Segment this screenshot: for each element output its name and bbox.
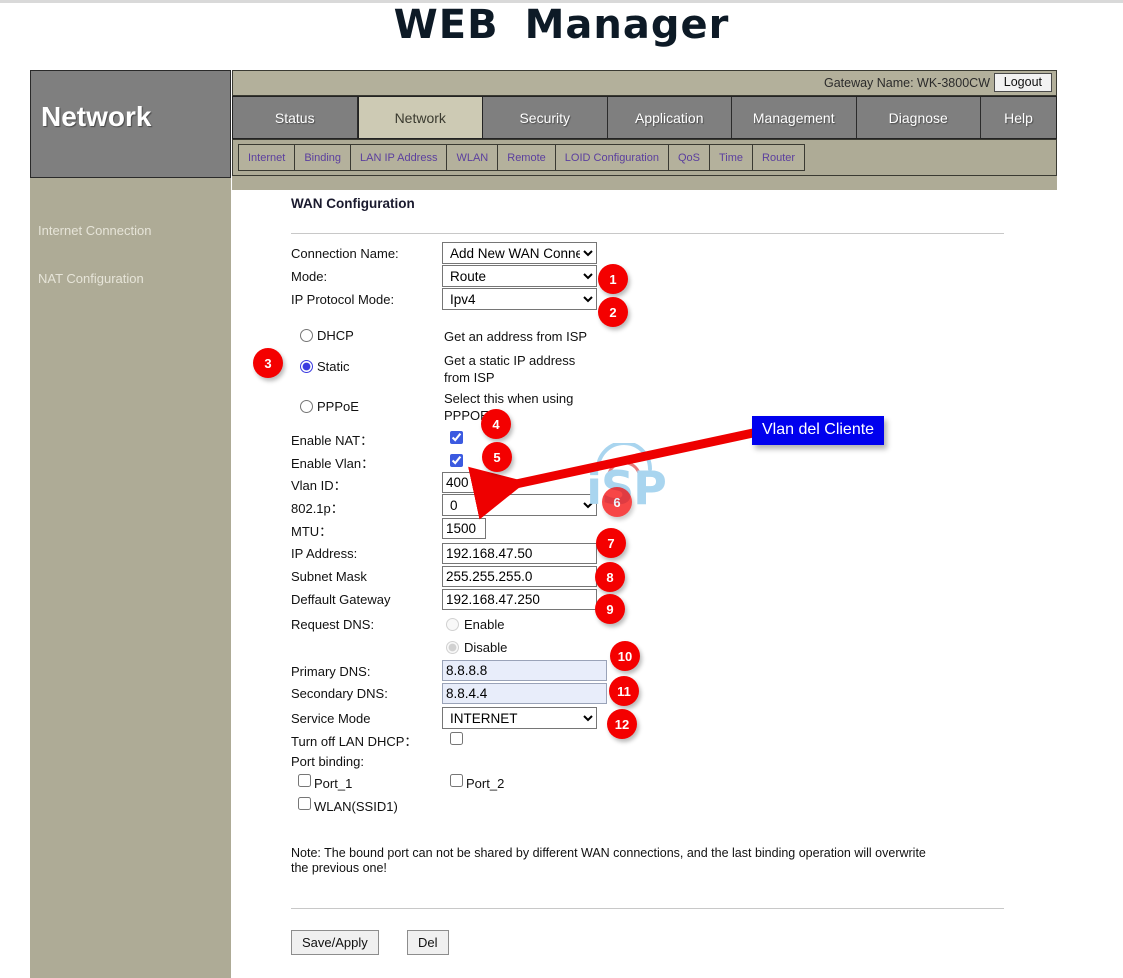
label-vlan-id: Vlan ID：: [291, 475, 347, 494]
checkbox-port-1[interactable]: [298, 774, 311, 787]
select-mode[interactable]: Route: [442, 265, 597, 287]
label-turn-off-lan-dhcp: Turn off LAN DHCP：: [291, 731, 417, 750]
content-top-strip: [232, 176, 1057, 190]
sidebar-item-nat-configuration[interactable]: NAT Configuration: [38, 271, 144, 286]
sidebar-item-internet-connection[interactable]: Internet Connection: [38, 223, 151, 238]
label-request-dns-disable: Disable: [464, 640, 507, 655]
hint-pppoe: Select this when using PPPOE: [444, 390, 604, 424]
subtab-lan-ip-address[interactable]: LAN IP Address: [351, 145, 447, 170]
label-mtu: MTU：: [291, 521, 332, 540]
del-button[interactable]: Del: [407, 930, 449, 955]
input-subnet-mask[interactable]: [442, 566, 597, 587]
label-port-1: Port_1: [314, 776, 352, 791]
select-802-1p[interactable]: 0: [442, 494, 597, 516]
select-service-mode[interactable]: INTERNET: [442, 707, 597, 729]
label-802-1p: 802.1p：: [291, 498, 344, 517]
subtab-loid-configuration[interactable]: LOID Configuration: [556, 145, 669, 170]
save-apply-button[interactable]: Save/Apply: [291, 930, 379, 955]
label-primary-dns: Primary DNS:: [291, 664, 370, 679]
radio-pppoe[interactable]: [300, 400, 313, 413]
radio-request-dns-enable[interactable]: [446, 618, 459, 631]
subtab-binding[interactable]: Binding: [295, 145, 351, 170]
label-ip-address: IP Address:: [291, 546, 357, 561]
tab-help[interactable]: Help: [981, 97, 1056, 138]
port-binding-note: Note: The bound port can not be shared b…: [291, 846, 936, 876]
label-subnet-mask: Subnet Mask: [291, 569, 367, 584]
subtab-time[interactable]: Time: [710, 145, 753, 170]
label-dhcp: DHCP: [317, 328, 354, 343]
label-connection-name: Connection Name:: [291, 246, 399, 261]
sub-tab-bar: Internet Binding LAN IP Address WLAN Rem…: [232, 139, 1057, 176]
input-vlan-id[interactable]: [442, 472, 486, 493]
checkbox-wlan-ssid1[interactable]: [298, 797, 311, 810]
sidebar-section-title: Network: [41, 101, 151, 133]
label-port-2: Port_2: [466, 776, 504, 791]
screenshot-root: WEB Manager Network Internet Connection N…: [0, 0, 1123, 978]
input-ip-address[interactable]: [442, 543, 597, 564]
input-mtu[interactable]: [442, 518, 486, 539]
radio-static[interactable]: [300, 360, 313, 373]
tab-network[interactable]: Network: [358, 97, 484, 138]
radio-request-dns-disable[interactable]: [446, 641, 459, 654]
panel-title: WAN Configuration: [291, 196, 415, 211]
label-mode: Mode:: [291, 269, 327, 284]
checkbox-enable-nat[interactable]: [450, 431, 463, 444]
label-secondary-dns: Secondary DNS:: [291, 686, 388, 701]
checkbox-port-2[interactable]: [450, 774, 463, 787]
sidebar-section-header: Network: [30, 70, 231, 178]
wan-configuration-panel: WAN Configuration Connection Name: Add N…: [232, 190, 1057, 978]
label-request-dns: Request DNS:: [291, 617, 374, 632]
label-wlan-ssid1: WLAN(SSID1): [314, 799, 398, 814]
tab-security[interactable]: Security: [483, 97, 608, 138]
gateway-name-label: Gateway Name: WK-3800CW: [824, 76, 990, 90]
hint-dhcp: Get an address from ISP: [444, 328, 604, 345]
input-primary-dns[interactable]: [442, 660, 607, 681]
checkbox-enable-vlan[interactable]: [450, 454, 463, 467]
subtab-router[interactable]: Router: [753, 145, 804, 170]
label-service-mode: Service Mode: [291, 711, 370, 726]
subtab-internet[interactable]: Internet: [239, 145, 295, 170]
radio-dhcp[interactable]: [300, 329, 313, 342]
tab-management[interactable]: Management: [732, 97, 857, 138]
label-port-binding: Port binding:: [291, 754, 364, 769]
select-ip-protocol-mode[interactable]: Ipv4: [442, 288, 597, 310]
select-connection-name[interactable]: Add New WAN Connection: [442, 242, 597, 264]
checkbox-turn-off-lan-dhcp[interactable]: [450, 732, 463, 745]
tab-diagnose[interactable]: Diagnose: [857, 97, 982, 138]
subtab-wlan[interactable]: WLAN: [447, 145, 498, 170]
label-enable-vlan: Enable Vlan：: [291, 453, 374, 472]
input-default-gateway[interactable]: [442, 589, 597, 610]
page-title: WEB Manager: [0, 2, 1123, 48]
tab-application[interactable]: Application: [608, 97, 733, 138]
hint-static: Get a static IP address from ISP: [444, 352, 604, 386]
label-request-dns-enable: Enable: [464, 617, 504, 632]
label-static: Static: [317, 359, 350, 374]
label-default-gateway: Deffault Gateway: [291, 592, 390, 607]
logout-button[interactable]: Logout: [994, 73, 1052, 92]
panel-divider-top: [291, 233, 1004, 234]
subtab-qos[interactable]: QoS: [669, 145, 710, 170]
input-secondary-dns[interactable]: [442, 683, 607, 704]
label-pppoe: PPPoE: [317, 399, 359, 414]
gateway-bar: Gateway Name: WK-3800CW Logout: [232, 70, 1057, 96]
panel-divider-bottom: [291, 908, 1004, 909]
tab-status[interactable]: Status: [233, 97, 358, 138]
subtab-remote[interactable]: Remote: [498, 145, 556, 170]
main-tab-bar: Status Network Security Application Mana…: [232, 96, 1057, 139]
label-ip-protocol-mode: IP Protocol Mode:: [291, 292, 394, 307]
label-enable-nat: Enable NAT：: [291, 430, 373, 449]
page-title-part2: Manager: [525, 2, 730, 48]
page-title-part1: WEB: [394, 2, 499, 48]
sidebar: Network Internet Connection NAT Configur…: [30, 70, 231, 978]
